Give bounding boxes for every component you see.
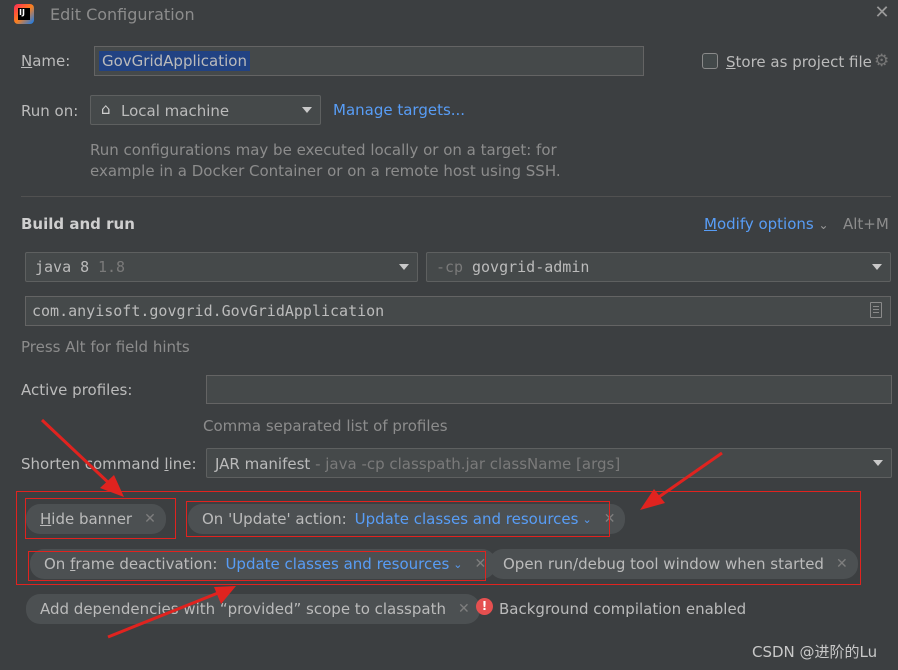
chevron-down-icon	[872, 264, 882, 270]
shorten-cmd-value: JAR manifest	[215, 455, 311, 473]
active-profiles-hint: Comma separated list of profiles	[203, 417, 448, 435]
remove-icon[interactable]: ✕	[458, 601, 470, 617]
active-profiles-label: Active profiles:	[21, 381, 133, 399]
run-on-description-line1: Run configurations may be executed local…	[90, 141, 557, 159]
jdk-select[interactable]: java 8 1.8	[25, 252, 418, 282]
classpath-module-select[interactable]: -cp govgrid-admin	[426, 252, 891, 282]
run-on-select[interactable]: ⌂ Local machine	[90, 95, 321, 125]
run-on-value: Local machine	[121, 102, 230, 120]
field-hint: Press Alt for field hints	[21, 338, 190, 356]
gear-icon[interactable]: ⚙	[874, 52, 892, 70]
window-title: Edit Configuration	[50, 5, 195, 24]
chevron-down-icon	[302, 107, 312, 113]
main-class-value: com.anyisoft.govgrid.GovGridApplication	[32, 302, 385, 320]
modify-options-shortcut: Alt+M	[843, 215, 889, 233]
jdk-version: 1.8	[98, 258, 126, 276]
add-dependencies-chip[interactable]: Add dependencies with “provided” scope t…	[26, 594, 480, 624]
name-value: GovGridApplication	[99, 51, 250, 71]
add-dependencies-label: Add dependencies with “provided” scope t…	[40, 600, 446, 618]
close-icon[interactable]: ✕	[873, 4, 891, 22]
jdk-name: java 8	[35, 258, 90, 276]
chevron-down-icon	[873, 460, 883, 466]
annotation-box-on-update	[186, 501, 610, 537]
build-and-run-title: Build and run	[21, 215, 135, 233]
cp-flag: -cp	[436, 258, 464, 276]
shorten-command-line-label: Shorten command line:	[21, 455, 197, 473]
intellij-logo-icon: IJ	[14, 4, 34, 24]
home-icon: ⌂	[101, 100, 111, 118]
run-on-description-line2: example in a Docker Container or on a re…	[90, 162, 561, 180]
section-divider	[21, 196, 891, 197]
main-class-input[interactable]: com.anyisoft.govgrid.GovGridApplication	[25, 296, 891, 326]
browse-class-icon[interactable]	[870, 302, 882, 318]
chevron-down-icon	[399, 264, 409, 270]
shorten-cmd-detail: - java -cp classpath.jar className [args…	[310, 455, 621, 473]
store-as-project-label[interactable]: Store as project file	[726, 53, 872, 71]
cp-module: govgrid-admin	[472, 258, 590, 276]
name-label: Name:	[21, 52, 71, 70]
error-icon: !	[476, 598, 493, 615]
shorten-command-line-select[interactable]: JAR manifest - java -cp classpath.jar cl…	[206, 448, 892, 478]
watermark: CSDN @进阶的Lu	[752, 643, 878, 661]
run-on-label: Run on:	[21, 102, 79, 120]
manage-targets-link[interactable]: Manage targets...	[333, 101, 465, 119]
annotation-box-hide-banner	[25, 498, 176, 539]
background-compilation-label: Background compilation enabled	[499, 600, 747, 618]
annotation-box-on-frame	[28, 551, 486, 581]
active-profiles-input[interactable]	[206, 375, 892, 404]
store-as-project-checkbox[interactable]	[702, 53, 718, 69]
modify-options-link[interactable]: Modify options ⌄	[704, 215, 829, 233]
name-input[interactable]: GovGridApplication	[94, 46, 644, 76]
